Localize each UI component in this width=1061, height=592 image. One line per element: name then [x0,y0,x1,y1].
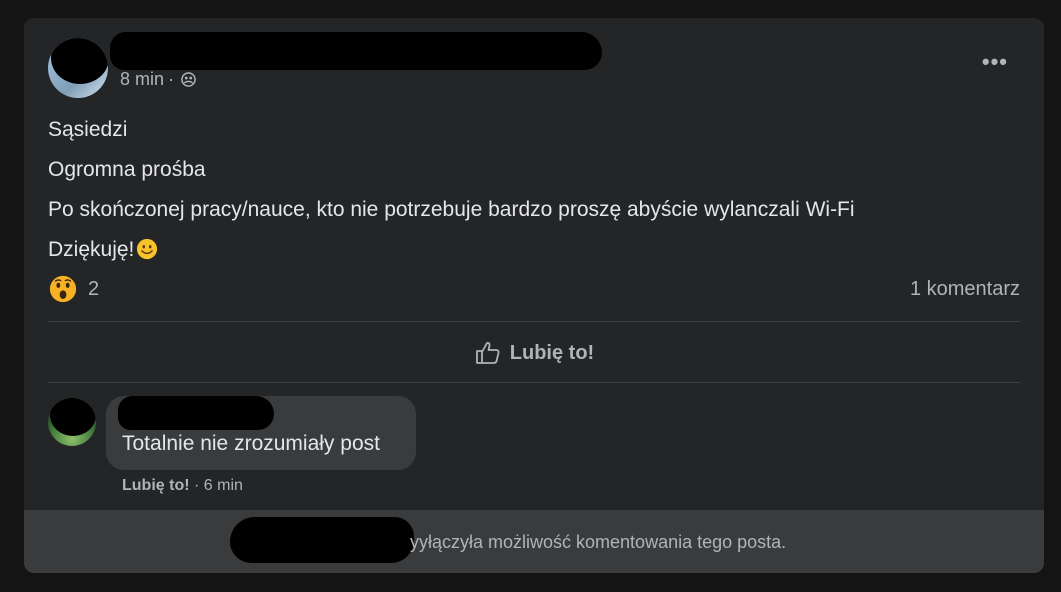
wow-reaction-icon [49,275,77,303]
post-line-text: Dziękuję! [48,238,135,261]
reaction-count: 2 [88,277,100,300]
commenter-avatar[interactable] [48,398,96,446]
divider [48,321,1020,322]
post-meta: 8 min · [120,69,196,90]
comment-text: Totalnie nie zrozumiały post [122,432,380,455]
redaction-mark [50,398,96,436]
author-avatar[interactable] [48,38,108,98]
commenter-name-redacted [118,396,274,430]
post-card: 8 min · ••• Sąsiedzi Ogromna prośba Po s… [24,18,1044,573]
meta-separator: · [168,69,175,89]
comments-disabled-notice: yyłączyła możliwość komentowania tego po… [24,510,1044,573]
reaction-summary[interactable]: 2 [48,274,99,304]
like-button[interactable]: Lubię to! [48,323,1020,383]
post-body: Sąsiedzi Ogromna prośba Po skończonej pr… [48,110,855,270]
comment-count-link[interactable]: 1 komentarz [910,278,1020,301]
comment-actions: Lubię to! · 6 min [122,477,243,495]
comment-time[interactable]: 6 min [204,477,243,494]
comment-like-link[interactable]: Lubię to! [122,477,190,494]
group-icon [181,72,196,87]
thumbs-up-icon [475,342,500,364]
comment-separator: · [194,477,200,494]
redaction-mark [51,38,108,84]
post-time[interactable]: 8 min [120,69,164,90]
post-line: Sąsiedzi [48,118,128,141]
more-options-icon[interactable]: ••• [982,51,1008,73]
like-button-label: Lubię to! [509,341,595,364]
author-name-redacted [110,32,602,70]
smiling-face-emoji-icon [137,238,158,260]
admin-name-redacted [230,517,414,563]
post-line: Ogromna prośba [48,158,206,181]
post-line: Po skończonej pracy/nauce, kto nie potrz… [48,198,855,221]
comments-disabled-text: yyłączyła możliwość komentowania tego po… [410,532,787,552]
comment-bubble: Totalnie nie zrozumiały post [106,396,416,470]
post-line-last: Dziękuję! [48,230,855,270]
divider [48,382,1020,383]
